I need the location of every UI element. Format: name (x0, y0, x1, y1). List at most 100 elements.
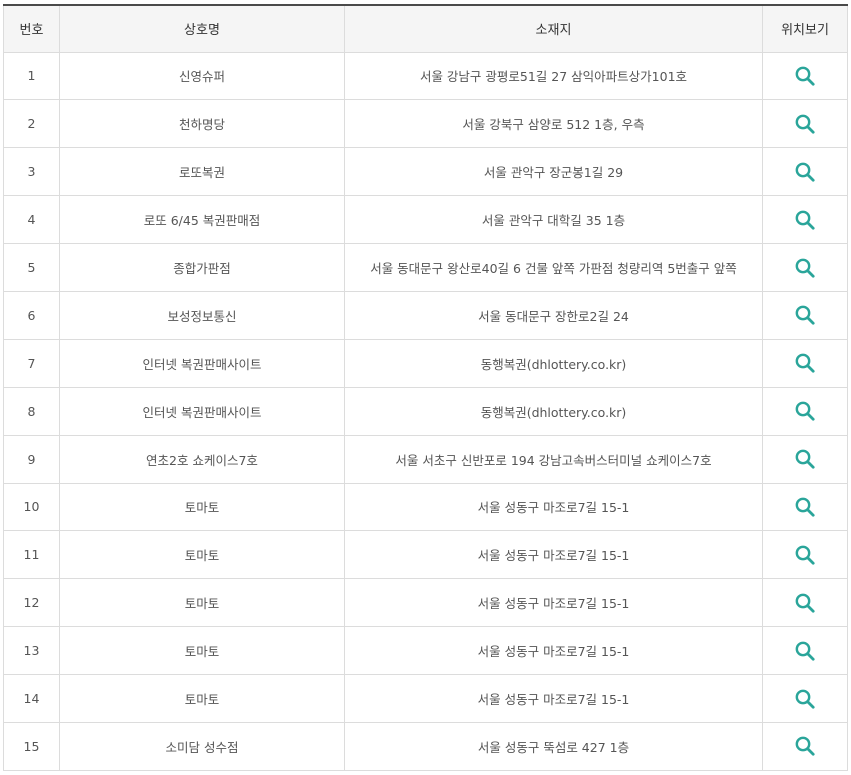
cell-address: 서울 강북구 삼양로 512 1층, 우측 (344, 99, 763, 149)
view-location-button[interactable] (794, 735, 816, 757)
cell-name: 토마토 (59, 674, 345, 723)
view-location-button[interactable] (794, 448, 816, 470)
view-location-button[interactable] (794, 592, 816, 614)
cell-address: 동행복권(dhlottery.co.kr) (344, 339, 763, 388)
header-no: 번호 (3, 4, 60, 53)
cell-location (762, 99, 848, 149)
table-row: 8 인터넷 복권판매사이트 동행복권(dhlottery.co.kr) (3, 387, 848, 436)
search-icon (795, 353, 815, 373)
store-table: 번호 상호명 소재지 위치보기 1 신영슈퍼 서울 강남구 광평로51길 27 … (3, 4, 848, 771)
view-location-button[interactable] (794, 161, 816, 183)
cell-location (762, 530, 848, 580)
cell-name: 신영슈퍼 (59, 52, 345, 101)
cell-address: 서울 성동구 마조로7길 15-1 (344, 674, 763, 723)
view-location-button[interactable] (794, 352, 816, 374)
cell-no: 8 (3, 387, 60, 436)
table-row: 10 토마토 서울 성동구 마조로7길 15-1 (3, 483, 848, 532)
cell-address: 서울 성동구 마조로7길 15-1 (344, 626, 763, 676)
search-icon (795, 497, 815, 517)
cell-no: 7 (3, 339, 60, 388)
header-address: 소재지 (344, 4, 763, 53)
search-icon (795, 210, 815, 230)
cell-no: 4 (3, 195, 60, 245)
search-icon (795, 737, 815, 757)
cell-location (762, 435, 848, 484)
cell-no: 14 (3, 674, 60, 723)
table-row: 3 로또복권 서울 관악구 장군봉1길 29 (3, 147, 848, 197)
table-body: 1 신영슈퍼 서울 강남구 광평로51길 27 삼익아파트상가101호 2 천하… (3, 52, 848, 771)
cell-location (762, 195, 848, 245)
table-row: 6 보성정보통신 서울 동대문구 장한로2길 24 (3, 291, 848, 340)
cell-location (762, 626, 848, 676)
table-row: 15 소미담 성수점 서울 성동구 뚝섬로 427 1층 (3, 722, 848, 771)
cell-address: 서울 성동구 뚝섬로 427 1층 (344, 722, 763, 771)
search-icon (795, 305, 815, 325)
cell-location (762, 722, 848, 771)
table-row: 13 토마토 서울 성동구 마조로7길 15-1 (3, 626, 848, 676)
cell-name: 소미담 성수점 (59, 722, 345, 771)
table-row: 5 종합가판점 서울 동대문구 왕산로40길 6 건물 앞쪽 가판점 청량리역 … (3, 243, 848, 292)
cell-no: 3 (3, 147, 60, 197)
cell-no: 10 (3, 483, 60, 532)
cell-name: 보성정보통신 (59, 291, 345, 340)
view-location-button[interactable] (794, 113, 816, 135)
cell-address: 서울 관악구 대학길 35 1층 (344, 195, 763, 245)
cell-location (762, 52, 848, 101)
cell-address: 동행복권(dhlottery.co.kr) (344, 387, 763, 436)
cell-address: 서울 성동구 마조로7길 15-1 (344, 530, 763, 580)
search-icon (795, 545, 815, 565)
cell-name: 로또복권 (59, 147, 345, 197)
view-location-button[interactable] (794, 400, 816, 422)
search-icon (795, 449, 815, 469)
table-row: 7 인터넷 복권판매사이트 동행복권(dhlottery.co.kr) (3, 339, 848, 388)
cell-name: 토마토 (59, 626, 345, 676)
search-icon (795, 66, 815, 86)
cell-location (762, 674, 848, 723)
view-location-button[interactable] (794, 544, 816, 566)
table-row: 11 토마토 서울 성동구 마조로7길 15-1 (3, 530, 848, 580)
cell-address: 서울 서초구 신반포로 194 강남고속버스터미널 쇼케이스7호 (344, 435, 763, 484)
view-location-button[interactable] (794, 257, 816, 279)
cell-no: 11 (3, 530, 60, 580)
view-location-button[interactable] (794, 688, 816, 710)
cell-address: 서울 동대문구 장한로2길 24 (344, 291, 763, 340)
view-location-button[interactable] (794, 496, 816, 518)
table-row: 9 연초2호 쇼케이스7호 서울 서초구 신반포로 194 강남고속버스터미널 … (3, 435, 848, 484)
table-row: 1 신영슈퍼 서울 강남구 광평로51길 27 삼익아파트상가101호 (3, 52, 848, 101)
header-name: 상호명 (59, 4, 345, 53)
table-row: 12 토마토 서울 성동구 마조로7길 15-1 (3, 578, 848, 628)
cell-location (762, 387, 848, 436)
search-icon (795, 401, 815, 421)
view-location-button[interactable] (794, 640, 816, 662)
search-icon (795, 593, 815, 613)
cell-address: 서울 강남구 광평로51길 27 삼익아파트상가101호 (344, 52, 763, 101)
cell-address: 서울 동대문구 왕산로40길 6 건물 앞쪽 가판점 청량리역 5번출구 앞쪽 (344, 243, 763, 292)
view-location-button[interactable] (794, 304, 816, 326)
cell-name: 연초2호 쇼케이스7호 (59, 435, 345, 484)
view-location-button[interactable] (794, 65, 816, 87)
cell-location (762, 578, 848, 628)
cell-no: 1 (3, 52, 60, 101)
table-row: 4 로또 6/45 복권판매점 서울 관악구 대학길 35 1층 (3, 195, 848, 245)
header-location: 위치보기 (762, 4, 848, 53)
search-icon (795, 114, 815, 134)
cell-name: 천하명당 (59, 99, 345, 149)
view-location-button[interactable] (794, 209, 816, 231)
cell-no: 15 (3, 722, 60, 771)
cell-name: 토마토 (59, 578, 345, 628)
header-row: 번호 상호명 소재지 위치보기 (3, 4, 848, 53)
search-icon (795, 162, 815, 182)
search-icon (795, 689, 815, 709)
cell-name: 인터넷 복권판매사이트 (59, 387, 345, 436)
store-list: 번호 상호명 소재지 위치보기 1 신영슈퍼 서울 강남구 광평로51길 27 … (3, 4, 848, 771)
cell-name: 토마토 (59, 483, 345, 532)
cell-address: 서울 성동구 마조로7길 15-1 (344, 483, 763, 532)
cell-no: 5 (3, 243, 60, 292)
cell-name: 토마토 (59, 530, 345, 580)
table-header: 번호 상호명 소재지 위치보기 (3, 4, 848, 53)
cell-address: 서울 성동구 마조로7길 15-1 (344, 578, 763, 628)
search-icon (795, 641, 815, 661)
cell-no: 12 (3, 578, 60, 628)
cell-location (762, 243, 848, 292)
table-row: 14 토마토 서울 성동구 마조로7길 15-1 (3, 674, 848, 723)
